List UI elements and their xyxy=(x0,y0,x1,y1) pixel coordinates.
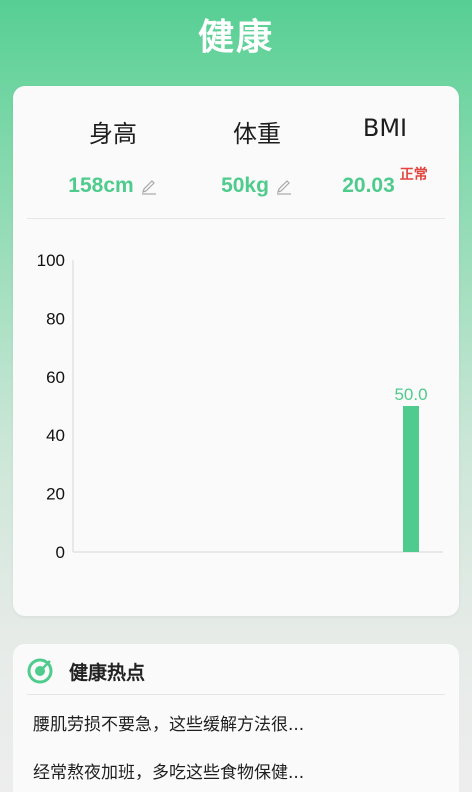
y-tick-label: 0 xyxy=(56,543,65,562)
page-title: 健康 xyxy=(197,17,274,58)
hot-title: 健康热点 xyxy=(69,661,146,684)
hot-header: 健康热点 xyxy=(27,656,145,686)
target-icon xyxy=(27,658,53,684)
pencil-icon[interactable] xyxy=(275,178,293,196)
bmi-value: 20.03 xyxy=(342,174,395,197)
weight-value-row[interactable]: 50kg xyxy=(183,174,331,198)
bmi-metric: BMI 20.03 正常 xyxy=(311,86,459,216)
y-tick-label: 40 xyxy=(46,426,65,445)
height-value[interactable]: 158cm xyxy=(68,174,133,198)
bar-value-label: 50.0 xyxy=(394,385,427,404)
y-tick-label: 60 xyxy=(46,368,65,387)
weight-value[interactable]: 50kg xyxy=(221,174,269,198)
bmi-bar-chart: 0 20 40 60 80 100 50.0 xyxy=(37,251,443,562)
weight-label: 体重 xyxy=(233,120,281,148)
bmi-label: BMI xyxy=(362,114,408,142)
height-label: 身高 xyxy=(89,120,137,148)
weight-metric: 体重 50kg xyxy=(183,86,331,216)
hot-article-link[interactable]: 腰肌劳损不要急，这些缓解方法很... xyxy=(33,710,443,735)
bar xyxy=(403,406,419,552)
pencil-icon[interactable] xyxy=(140,178,158,196)
height-metric: 身高 158cm xyxy=(39,86,187,216)
y-tick-label: 100 xyxy=(37,251,65,270)
y-tick-label: 80 xyxy=(46,309,65,328)
bmi-status-badge: 正常 xyxy=(399,167,428,183)
metrics-card: 身高 158cm 体重 50kg BMI 20.03 正常 0 20 40 60 80 1… xyxy=(13,86,459,616)
bmi-value-row: 20.03 正常 xyxy=(311,167,459,198)
hot-article-link[interactable]: 经常熬夜加班，多吃这些食物保健... xyxy=(33,758,443,783)
height-value-row[interactable]: 158cm xyxy=(39,174,187,198)
divider xyxy=(27,218,445,219)
y-tick-label: 20 xyxy=(46,485,65,504)
health-hot-card: 健康热点 腰肌劳损不要急，这些缓解方法很... 经常熬夜加班，多吃这些食物保健.… xyxy=(13,644,459,792)
divider xyxy=(27,694,445,695)
